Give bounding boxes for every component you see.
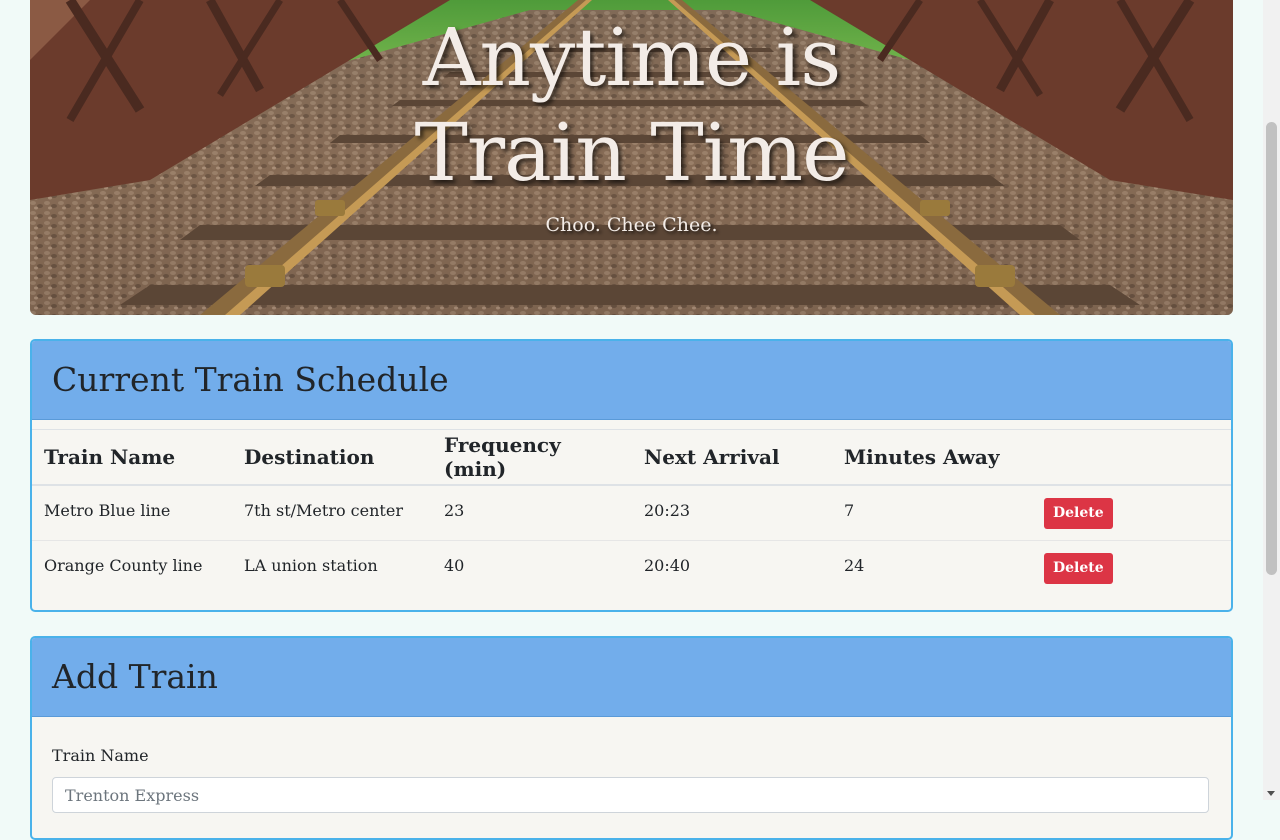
hero-banner: Anytime is Train Time Choo. Chee Chee. xyxy=(30,0,1233,315)
col-header-destination: Destination xyxy=(232,429,432,486)
cell-frequency: 40 xyxy=(444,555,465,575)
schedule-title: Current Train Schedule xyxy=(52,360,449,399)
cell-next-arrival: 20:23 xyxy=(632,485,832,541)
add-train-card: Add Train Train Name xyxy=(30,636,1233,840)
col-header-frequency: Frequency (min) xyxy=(432,429,632,486)
cell-train-name: Orange County line xyxy=(44,555,203,575)
col-header-minutes-away: Minutes Away xyxy=(832,429,1032,486)
delete-button[interactable]: Delete xyxy=(1044,552,1113,584)
cell-destination: LA union station xyxy=(244,555,378,575)
col-header-actions xyxy=(1032,429,1231,486)
hero-title: Anytime is Train Time xyxy=(30,10,1233,200)
col-header-train-name: Train Name xyxy=(32,429,232,486)
add-train-title: Add Train xyxy=(52,657,218,696)
train-name-input[interactable] xyxy=(52,777,1209,813)
cell-train-name: Metro Blue line xyxy=(32,485,232,541)
hero-title-line1: Anytime is xyxy=(422,11,842,104)
schedule-card-header: Current Train Schedule xyxy=(32,341,1231,420)
cell-actions: Delete xyxy=(1032,485,1231,541)
table-row: Orange County line LA union station 40 2… xyxy=(32,540,1231,595)
cell-actions: Delete xyxy=(1032,540,1231,595)
page-container: Anytime is Train Time Choo. Chee Chee. C… xyxy=(30,0,1233,840)
hero-title-line2: Train Time xyxy=(414,106,850,199)
schedule-table: Train Name Destination Frequency (min) N… xyxy=(32,429,1231,595)
cell-frequency: 23 xyxy=(432,485,632,541)
scroll-down-arrow-icon[interactable] xyxy=(1267,791,1275,796)
train-name-label: Train Name xyxy=(52,746,149,765)
cell-next-arrival: 20:40 xyxy=(644,555,691,575)
add-train-card-header: Add Train xyxy=(32,638,1231,717)
delete-button[interactable]: Delete xyxy=(1044,498,1113,529)
page-scrollbar[interactable] xyxy=(1263,0,1280,800)
schedule-card: Current Train Schedule Train Name Destin… xyxy=(30,339,1233,612)
cell-minutes-away: 24 xyxy=(844,555,865,575)
cell-destination: 7th st/Metro center xyxy=(232,485,432,541)
scrollbar-thumb[interactable] xyxy=(1266,122,1277,575)
hero-subtitle: Choo. Chee Chee. xyxy=(545,214,718,236)
table-row: Metro Blue line 7th st/Metro center 23 2… xyxy=(32,485,1231,541)
table-header-row: Train Name Destination Frequency (min) N… xyxy=(32,429,1231,486)
col-header-next-arrival: Next Arrival xyxy=(632,429,832,486)
cell-minutes-away: 7 xyxy=(832,485,1032,541)
